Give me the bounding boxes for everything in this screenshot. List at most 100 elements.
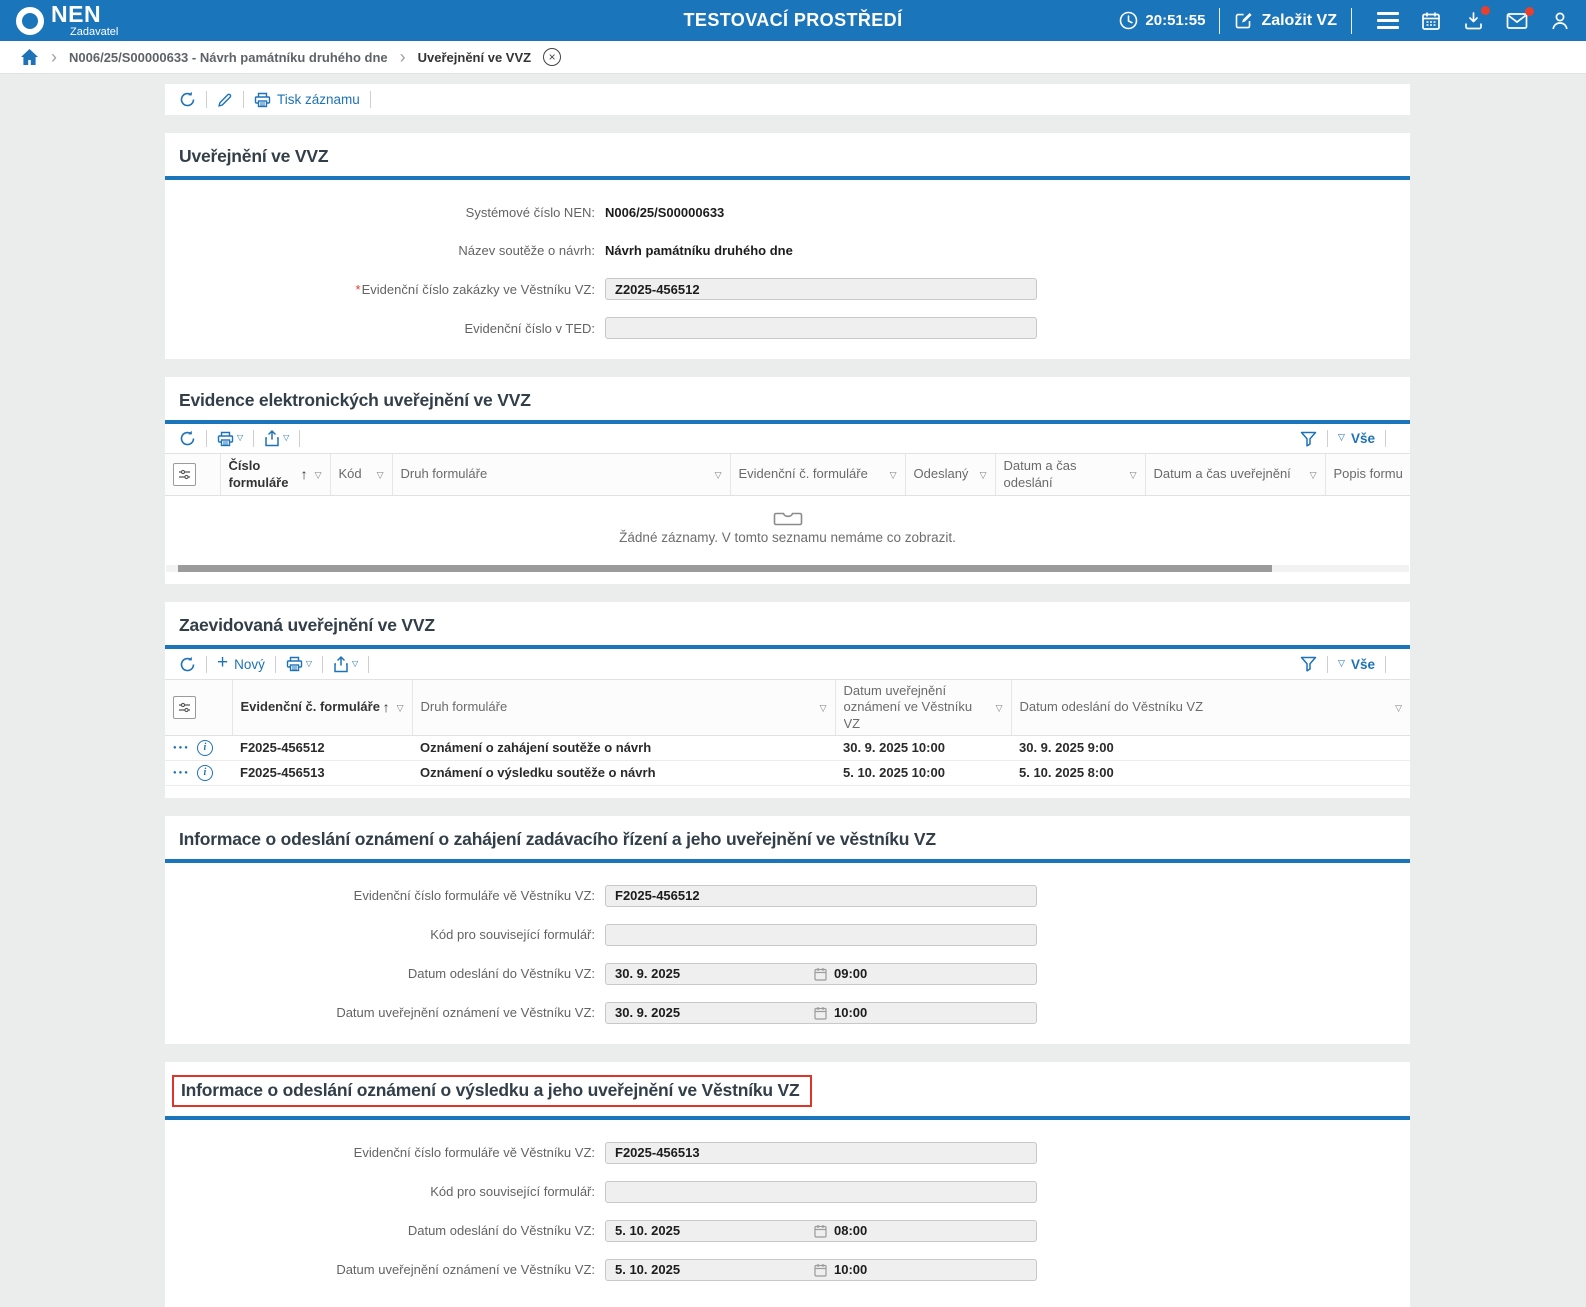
- column-header-sent-flag[interactable]: Odeslaný: [905, 454, 995, 496]
- column-header-sent-datetime[interactable]: Datum a čas odeslání: [995, 454, 1145, 496]
- ted-number-label: Evidenční číslo v TED:: [165, 321, 605, 336]
- column-header-form-type[interactable]: Druh formuláře: [392, 454, 730, 496]
- create-vz-button[interactable]: Založit VZ: [1234, 11, 1337, 30]
- ted-number-input[interactable]: [605, 317, 1037, 339]
- column-header-form-type[interactable]: Druh formuláře: [412, 680, 835, 736]
- table-row[interactable]: F2025-456512 Oznámení o zahájení soutěže…: [165, 735, 1410, 760]
- column-filter-icon[interactable]: [311, 466, 322, 482]
- related-code-input[interactable]: [605, 924, 1037, 946]
- close-tab-icon[interactable]: [543, 48, 561, 66]
- refresh-icon: [179, 91, 196, 108]
- row-actions-icon[interactable]: [173, 770, 190, 776]
- horizontal-scrollbar[interactable]: [166, 565, 1409, 572]
- filter-button[interactable]: [1300, 656, 1317, 672]
- column-filter-icon[interactable]: [1391, 699, 1402, 715]
- calendar-picker-icon[interactable]: [814, 1263, 827, 1277]
- edit-button[interactable]: [217, 92, 233, 108]
- column-filter-icon[interactable]: [711, 466, 722, 482]
- sent-time-value[interactable]: 09:00: [834, 966, 867, 981]
- column-header-evidence-number[interactable]: Evidenční č. formuláře: [730, 454, 905, 496]
- section-registered-publications: Zaevidovaná uveřejnění ve VVZ Nový: [165, 602, 1410, 798]
- filter-button[interactable]: [1300, 431, 1317, 447]
- published-date-label: Datum uveřejnění oznámení ve Věstníku VZ…: [165, 1262, 605, 1277]
- column-header-form-number[interactable]: Číslo formuláře: [220, 454, 330, 496]
- column-header-code[interactable]: Kód: [330, 454, 392, 496]
- breadcrumb-record-link[interactable]: N006/25/S00000633 - Návrh památníku druh…: [69, 50, 388, 65]
- column-header-evidence-number[interactable]: Evidenční č. formuláře: [232, 680, 412, 736]
- mail-icon: [1506, 12, 1528, 30]
- refresh-button[interactable]: [179, 91, 196, 108]
- column-filter-icon[interactable]: [976, 466, 987, 482]
- row-info-icon[interactable]: [197, 765, 213, 781]
- calendar-button[interactable]: [1421, 11, 1441, 31]
- toolbar-divider: [206, 656, 207, 673]
- toolbar-divider: [368, 656, 369, 673]
- published-datetime-input[interactable]: 30. 9. 2025 10:00: [605, 1002, 1037, 1024]
- row-info-icon[interactable]: [197, 740, 213, 756]
- contest-name-value: Návrh památníku druhého dne: [605, 243, 793, 258]
- export-menu-button[interactable]: [264, 430, 289, 447]
- print-menu-button[interactable]: [286, 656, 312, 672]
- column-filter-icon[interactable]: [992, 699, 1003, 715]
- create-vz-label: Založit VZ: [1261, 12, 1337, 30]
- home-button[interactable]: [20, 48, 39, 66]
- contest-name-label: Název soutěže o návrh:: [165, 243, 605, 258]
- cell-sent-date: 5. 10. 2025 8:00: [1011, 760, 1410, 785]
- published-date-value[interactable]: 5. 10. 2025: [615, 1262, 814, 1277]
- sent-date-value[interactable]: 30. 9. 2025: [615, 966, 814, 981]
- column-filter-icon[interactable]: [373, 466, 384, 482]
- form-number-input[interactable]: F2025-456513: [605, 1142, 1037, 1164]
- calendar-picker-icon[interactable]: [814, 1006, 827, 1020]
- calendar-picker-icon[interactable]: [814, 967, 827, 981]
- downloads-button[interactable]: [1463, 11, 1484, 31]
- column-filter-icon[interactable]: [816, 699, 827, 715]
- toolbar-divider: [1327, 656, 1328, 673]
- calendar-picker-icon[interactable]: [814, 1224, 827, 1238]
- user-profile-button[interactable]: [1550, 11, 1570, 31]
- sent-datetime-input[interactable]: 5. 10. 2025 08:00: [605, 1220, 1037, 1242]
- sent-datetime-input[interactable]: 30. 9. 2025 09:00: [605, 963, 1037, 985]
- column-filter-icon[interactable]: [1126, 466, 1137, 482]
- toolbar-divider: [275, 656, 276, 673]
- column-header-published-date[interactable]: Datum uveřejnění oznámení ve Věstníku VZ: [835, 680, 1011, 736]
- column-filter-icon[interactable]: [1306, 466, 1317, 482]
- published-time-value[interactable]: 10:00: [834, 1262, 867, 1277]
- toolbar-divider: [1385, 656, 1386, 673]
- export-menu-button[interactable]: [333, 656, 358, 673]
- published-date-value[interactable]: 30. 9. 2025: [615, 1005, 814, 1020]
- nen-logo[interactable]: NEN Zadavatel: [0, 3, 118, 38]
- column-filter-icon[interactable]: [886, 466, 897, 482]
- table-row[interactable]: F2025-456513 Oznámení o výsledku soutěže…: [165, 760, 1410, 785]
- related-code-input[interactable]: [605, 1181, 1037, 1203]
- column-header-published-datetime[interactable]: Datum a čas uveřejnění: [1145, 454, 1325, 496]
- person-icon: [1550, 11, 1570, 31]
- refresh-button[interactable]: [179, 430, 196, 447]
- print-menu-button[interactable]: [217, 431, 243, 447]
- scrollbar-thumb[interactable]: [178, 565, 1272, 572]
- refresh-button[interactable]: [179, 656, 196, 673]
- new-record-button[interactable]: Nový: [217, 655, 265, 673]
- column-settings-header[interactable]: [165, 680, 232, 736]
- published-time-value[interactable]: 10:00: [834, 1005, 867, 1020]
- cell-evidence-number: F2025-456512: [232, 735, 412, 760]
- column-filter-icon[interactable]: [393, 699, 404, 715]
- print-record-button[interactable]: Tisk záznamu: [254, 92, 360, 108]
- sent-date-value[interactable]: 5. 10. 2025: [615, 1223, 814, 1238]
- column-header-form-description[interactable]: Popis formulá: [1325, 454, 1410, 496]
- column-header-sent-date[interactable]: Datum odeslání do Věstníku VZ: [1011, 680, 1410, 736]
- column-settings-icon[interactable]: [173, 463, 196, 486]
- column-settings-icon[interactable]: [173, 696, 196, 719]
- refresh-icon: [179, 430, 196, 447]
- menu-button[interactable]: [1377, 12, 1399, 29]
- row-actions-icon[interactable]: [173, 745, 190, 751]
- bulletin-number-input[interactable]: Z2025-456512: [605, 278, 1037, 300]
- show-all-button[interactable]: Vše: [1338, 657, 1375, 672]
- published-datetime-input[interactable]: 5. 10. 2025 10:00: [605, 1259, 1037, 1281]
- form-number-input[interactable]: F2025-456512: [605, 885, 1037, 907]
- header-divider: [1219, 8, 1220, 34]
- show-all-button[interactable]: Vše: [1338, 431, 1375, 446]
- messages-button[interactable]: [1506, 12, 1528, 30]
- sent-time-value[interactable]: 08:00: [834, 1223, 867, 1238]
- downloads-notification-badge: [1481, 6, 1490, 15]
- column-settings-header[interactable]: [165, 454, 220, 496]
